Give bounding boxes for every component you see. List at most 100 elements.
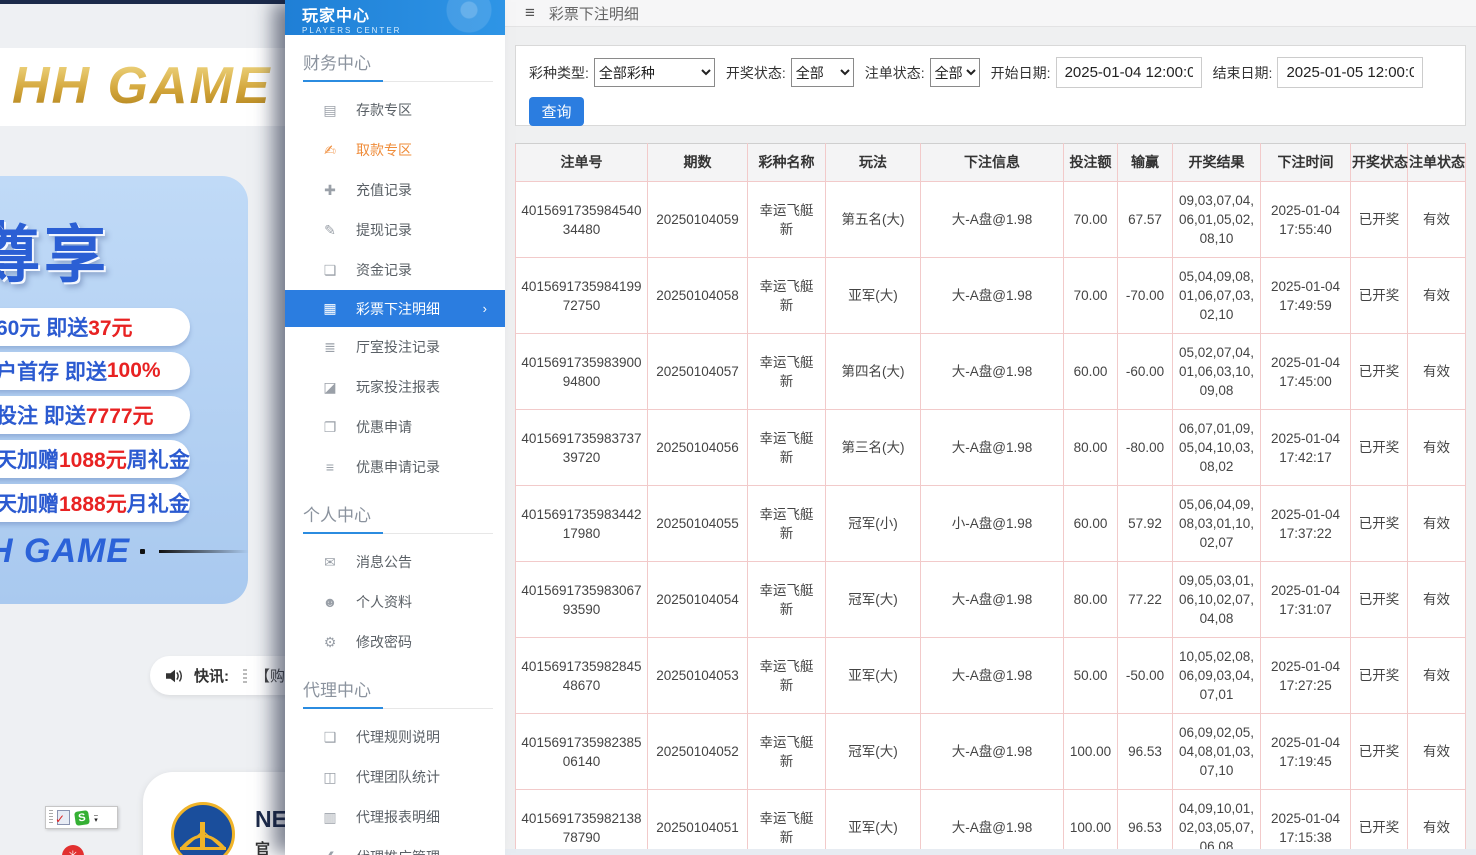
team-stats-icon: ◫ — [320, 769, 340, 786]
sidebar-item-代理规则说明[interactable]: ❑代理规则说明 — [285, 717, 505, 757]
sidebar-item-资金记录[interactable]: ❏资金记录 — [285, 250, 505, 290]
table-cell: 70.00 — [1064, 182, 1118, 258]
warriors-logo-icon — [171, 802, 235, 855]
end-date-input[interactable] — [1277, 57, 1423, 88]
section-underline — [303, 80, 493, 82]
table-cell: 96.53 — [1118, 714, 1173, 790]
table-cell: 大-A盘@1.98 — [921, 410, 1064, 486]
table-cell: 09,03,07,04,06,01,05,02,08,10 — [1173, 182, 1261, 258]
table-cell: 已开奖 — [1351, 334, 1408, 410]
table-cell: 04,09,10,01,02,03,05,07,06,08 — [1173, 790, 1261, 855]
table-cell: 已开奖 — [1351, 562, 1408, 638]
table-cell: 已开奖 — [1351, 258, 1408, 334]
table-row: 40156917359841997275020250104058幸运飞艇新亚军(… — [516, 258, 1466, 334]
share-icon: ❮ — [320, 849, 340, 855]
table-cell: 冠军(小) — [826, 486, 921, 562]
table-cell: 401569173598373739720 — [516, 410, 648, 486]
table-cell: 09,05,03,01,06,10,02,07,04,08 — [1173, 562, 1261, 638]
drag-handle[interactable] — [49, 810, 53, 825]
table-cell: 401569173598390094800 — [516, 334, 648, 410]
sidebar-item-label: 资金记录 — [356, 260, 412, 280]
sidebar-item-厅室投注记录[interactable]: ≣厅室投注记录 — [285, 327, 505, 367]
bet-status-select[interactable]: 全部 — [930, 58, 980, 87]
sidebar-item-代理团队统计[interactable]: ◫ 代理团队统计 — [285, 757, 505, 797]
query-button[interactable]: 查询 — [529, 97, 584, 126]
promo-pill-text: 天加赠 — [0, 488, 59, 518]
table-row: 40156917359845403448020250104059幸运飞艇新第五名… — [516, 182, 1466, 258]
table-cell: 05,06,04,09,08,03,01,10,02,07 — [1173, 486, 1261, 562]
sidebar-item-修改密码[interactable]: ⚙修改密码 — [285, 622, 505, 662]
table-cell: 20250104051 — [648, 790, 748, 855]
sidebar-item-取款专区[interactable]: ✍取款专区 — [285, 130, 505, 170]
promo-banner[interactable]: 尊享 60元 即送37元户首存 即送100%投注 即送7777元天加赠1088元… — [0, 176, 248, 604]
sidebar-item-代理推广管理[interactable]: ❮ 代理推广管理 — [285, 837, 505, 855]
sidebar-item-充值记录[interactable]: ✚充值记录 — [285, 170, 505, 210]
sidebar-item-代理报表明细[interactable]: ▥代理报表明细 — [285, 797, 505, 837]
hamburger-menu-icon[interactable]: ≡ — [525, 3, 535, 23]
collapse-arrows-icon[interactable]: –▾ — [94, 813, 98, 823]
sidebar-item-玩家投注报表[interactable]: ◪玩家投注报表 — [285, 367, 505, 407]
table-cell: 57.92 — [1118, 486, 1173, 562]
table-cell: 20250104054 — [648, 562, 748, 638]
table-cell: 已开奖 — [1351, 790, 1408, 855]
promo-pill-text: 100% — [107, 359, 161, 383]
table-header: 注单号期数彩种名称玩法下注信息投注额输赢开奖结果下注时间开奖状态注单状态 — [516, 144, 1466, 182]
horizontal-scrollbar[interactable] — [505, 849, 1476, 855]
table-cell: 大-A盘@1.98 — [921, 790, 1064, 855]
hall-record-icon: ≣ — [320, 339, 340, 356]
table-cell: 幸运飞艇新 — [748, 410, 826, 486]
table-cell: 20250104055 — [648, 486, 748, 562]
table-cell: 有效 — [1408, 334, 1466, 410]
sidebar-item-label: 代理推广管理 — [356, 847, 440, 855]
sidebar-item-彩票下注明细[interactable]: ▦彩票下注明细› — [285, 290, 505, 327]
column-header: 注单状态 — [1408, 144, 1466, 182]
start-date-input[interactable] — [1056, 57, 1202, 88]
sidebar-item-label: 玩家投注报表 — [356, 377, 440, 397]
table-cell: 幸运飞艇新 — [748, 258, 826, 334]
sidebar-item-优惠申请[interactable]: ❐优惠申请 — [285, 407, 505, 447]
bet-detail-table: 注单号期数彩种名称玩法下注信息投注额输赢开奖结果下注时间开奖状态注单状态 401… — [515, 143, 1466, 855]
start-date-label: 开始日期: — [991, 63, 1051, 83]
table-cell: 第五名(大) — [826, 182, 921, 258]
sidebar-item-优惠申请记录[interactable]: ≡优惠申请记录 — [285, 447, 505, 487]
column-header: 投注额 — [1064, 144, 1118, 182]
card-subtitle: 官 — [255, 838, 270, 855]
os-mini-toolbar[interactable]: S –▾ — [45, 806, 118, 829]
table-cell: 2025-01-04 17:49:59 — [1261, 258, 1351, 334]
logo-band: HH GAME — [0, 48, 290, 126]
table-cell: 2025-01-04 17:37:22 — [1261, 486, 1351, 562]
table-cell: 20250104052 — [648, 714, 748, 790]
table-cell: 2025-01-04 17:31:07 — [1261, 562, 1351, 638]
draw-status-label: 开奖状态: — [726, 63, 786, 83]
table-cell: 大-A盘@1.98 — [921, 258, 1064, 334]
clipboard-check-icon[interactable] — [57, 810, 70, 825]
table-cell: -70.00 — [1118, 258, 1173, 334]
table-cell: 亚军(大) — [826, 790, 921, 855]
sidebar-item-存款专区[interactable]: ▤存款专区 — [285, 90, 505, 130]
table-row: 40156917359839009480020250104057幸运飞艇新第四名… — [516, 334, 1466, 410]
sidebar-item-label: 存款专区 — [356, 100, 412, 120]
table-row: 40156917359823850614020250104052幸运飞艇新冠军(… — [516, 714, 1466, 790]
red-badge-icon: ✳ — [62, 845, 84, 855]
table-cell: 大-A盘@1.98 — [921, 334, 1064, 410]
table-cell: 80.00 — [1064, 410, 1118, 486]
draw-status-select[interactable]: 全部 — [791, 58, 854, 87]
lottery-type-select[interactable]: 全部彩种 — [594, 58, 715, 87]
sidebar-item-label: 优惠申请记录 — [356, 457, 440, 477]
sidebar-item-label: 代理团队统计 — [356, 767, 440, 787]
table-row: 40156917359828454867020250104053幸运飞艇新亚军(… — [516, 638, 1466, 714]
table-cell: 幸运飞艇新 — [748, 638, 826, 714]
person-icon: ☻ — [320, 594, 340, 610]
promo-pill-text: 1088元 — [59, 444, 127, 474]
document-icon: ❑ — [320, 729, 340, 746]
sidebar-item-个人资料[interactable]: ☻个人资料 — [285, 582, 505, 622]
table-cell: 20250104057 — [648, 334, 748, 410]
sidebar-item-提现记录[interactable]: ✎提现记录 — [285, 210, 505, 250]
sidebar-section-title: 财务中心 — [303, 49, 505, 74]
table-cell: 60.00 — [1064, 486, 1118, 562]
sidebar-item-消息公告[interactable]: ✉消息公告 — [285, 542, 505, 582]
s-app-icon[interactable]: S — [74, 810, 90, 826]
table-cell: 100.00 — [1064, 790, 1118, 855]
line-dot-decoration — [140, 549, 145, 554]
table-cell: 亚军(大) — [826, 258, 921, 334]
